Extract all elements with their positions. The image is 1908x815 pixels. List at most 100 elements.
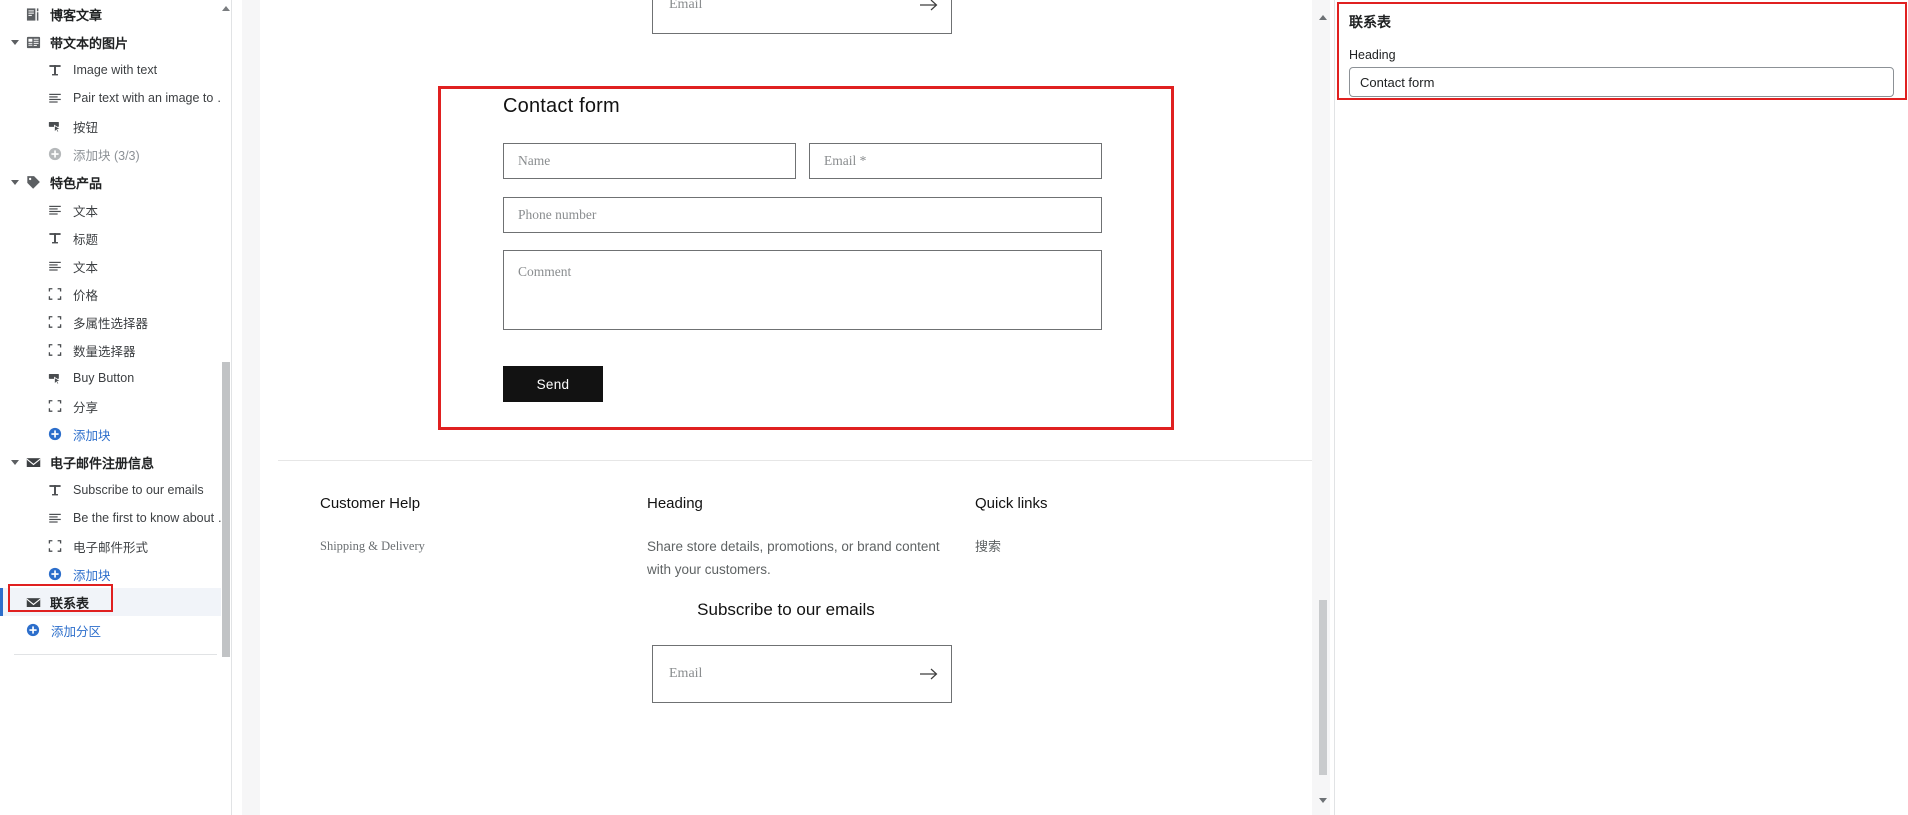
newsletter-email-input-top[interactable]: Email: [652, 0, 952, 34]
sidebar-item-label: 文本: [73, 204, 99, 219]
theme-editor-root: 博客文章带文本的图片 Image with text Pair text with …: [0, 0, 1908, 815]
sidebar-item-label: 特色产品: [50, 175, 103, 191]
caret-spacer: [8, 588, 22, 616]
sidebar-item-label: 添加块 (3/3): [73, 148, 140, 163]
settings-panel-title: 联系表: [1349, 14, 1391, 30]
chevron-down-icon[interactable]: [8, 28, 22, 56]
heading-field-label: Heading: [1349, 48, 1396, 62]
sidebar-item-label: Be the first to know about ne...: [73, 511, 231, 525]
footer-link-shipping-delivery[interactable]: Shipping & Delivery: [320, 535, 620, 557]
sidebar-item-b-quantity[interactable]: 数量选择器: [0, 336, 231, 364]
sidebar-item-contact-form[interactable]: 联系表: [0, 588, 231, 616]
sidebar-item-label: 博客文章: [50, 7, 103, 23]
heading-input[interactable]: [1349, 67, 1894, 97]
chevron-down-icon[interactable]: [8, 168, 22, 196]
footer-heading: Heading: [647, 495, 703, 512]
mail-icon: [22, 448, 44, 476]
sections-sidebar: 博客文章带文本的图片 Image with text Pair text with …: [0, 0, 232, 815]
canvas-scrollbar[interactable]: [1316, 0, 1330, 815]
plus-circle-icon: [44, 420, 66, 448]
email-input[interactable]: Email *: [809, 143, 1102, 179]
sidebar-item-label: 联系表: [50, 595, 90, 611]
button-icon: [44, 364, 66, 392]
sidebar-divider: [14, 654, 217, 655]
sidebar-item-b-heading[interactable]: 标题: [0, 224, 231, 252]
brackets-icon: [44, 280, 66, 308]
footer-heading: Quick links: [975, 495, 1048, 512]
sidebar-item-label: 文本: [73, 260, 99, 275]
footer-divider: [278, 460, 1312, 461]
caret-spacer: [8, 0, 22, 28]
sidebar-item-label: 多属性选择器: [73, 316, 149, 331]
paragraph-icon: [44, 252, 66, 280]
sidebar-item-b-pair-text[interactable]: Pair text with an image to foc...: [0, 84, 231, 112]
button-icon: [44, 112, 66, 140]
text-t-icon: [44, 224, 66, 252]
sidebar-item-image-with-text[interactable]: 带文本的图片: [0, 28, 231, 56]
footer-column-heading: Heading Share store details, promotions,…: [647, 495, 957, 581]
plus-circle-icon: [22, 616, 44, 644]
chevron-down-icon[interactable]: [8, 448, 22, 476]
sidebar-item-b-buy-button[interactable]: Buy Button: [0, 364, 231, 392]
subscribe-block: Subscribe to our emails: [260, 600, 1312, 620]
send-button[interactable]: Send: [503, 366, 603, 402]
arrow-right-icon[interactable]: [919, 0, 939, 12]
phone-placeholder: Phone number: [518, 207, 597, 223]
contact-form-title: Contact form: [503, 95, 620, 117]
comment-placeholder: Comment: [518, 264, 572, 279]
footer-heading: Customer Help: [320, 495, 421, 512]
sidebar-item-b-share[interactable]: 分享: [0, 392, 231, 420]
subscribe-title: Subscribe to our emails: [697, 600, 875, 619]
canvas-scrollbar-thumb[interactable]: [1319, 600, 1327, 775]
preview-canvas-area: Email Contact form Name Email * Phone nu…: [242, 0, 1330, 815]
sidebar-item-b-image-with-text[interactable]: Image with text: [0, 56, 231, 84]
settings-panel: 联系表 Heading: [1334, 0, 1908, 815]
sidebar-item-label: Image with text: [73, 63, 158, 77]
sidebar-item-b-email-form[interactable]: 电子邮件形式: [0, 532, 231, 560]
sidebar-item-label: 价格: [73, 288, 99, 303]
newsletter-email-placeholder-top: Email: [669, 0, 703, 12]
name-input[interactable]: Name: [503, 143, 796, 179]
brackets-icon: [44, 336, 66, 364]
sidebar-item-featured-product[interactable]: 特色产品: [0, 168, 231, 196]
sidebar-item-label: 分享: [73, 400, 99, 415]
contact-form-section[interactable]: Contact form Name Email * Phone number C…: [440, 88, 1176, 432]
sidebar-item-label: 添加块: [73, 568, 111, 583]
sidebar-scroll-up-icon[interactable]: [221, 2, 231, 14]
canvas-scroll-up-icon[interactable]: [1316, 10, 1330, 24]
image-text-icon: [22, 28, 44, 56]
tag-icon: [22, 168, 44, 196]
sidebar-item-email-signup[interactable]: 电子邮件注册信息: [0, 448, 231, 476]
sidebar-item-label: 带文本的图片: [50, 35, 129, 51]
brackets-icon: [44, 392, 66, 420]
sidebar-item-label: Subscribe to our emails: [73, 483, 204, 497]
sidebar-item-add-section[interactable]: 添加分区: [0, 616, 231, 644]
footer-link-search[interactable]: 搜索: [975, 535, 1195, 558]
brackets-icon: [44, 308, 66, 336]
sidebar-item-b-subscribe[interactable]: Subscribe to our emails: [0, 476, 231, 504]
plus-circle-icon: [44, 560, 66, 588]
sidebar-item-b-text-2[interactable]: 文本: [0, 252, 231, 280]
text-t-icon: [44, 56, 66, 84]
sidebar-item-blog-posts[interactable]: 博客文章: [0, 0, 231, 28]
sidebar-item-b-text-1[interactable]: 文本: [0, 196, 231, 224]
paragraph-icon: [44, 504, 66, 532]
comment-textarea[interactable]: Comment: [503, 250, 1102, 330]
sidebar-item-add-block-2[interactable]: 添加块: [0, 420, 231, 448]
phone-input[interactable]: Phone number: [503, 197, 1102, 233]
sidebar-scrollbar-thumb[interactable]: [222, 362, 230, 657]
sidebar-item-add-block-3[interactable]: 添加块: [0, 560, 231, 588]
newsletter-email-placeholder-bottom: Email: [669, 666, 703, 681]
sidebar-item-b-variant-picker[interactable]: 多属性选择器: [0, 308, 231, 336]
sidebar-scrollbar[interactable]: [221, 0, 231, 815]
sidebar-item-b-button[interactable]: 按钮: [0, 112, 231, 140]
sidebar-item-label: Pair text with an image to foc...: [73, 91, 231, 105]
sidebar-item-b-price[interactable]: 价格: [0, 280, 231, 308]
sidebar-item-label: 添加块: [73, 428, 111, 443]
arrow-right-icon[interactable]: [919, 667, 939, 681]
sidebar-item-add-block-1[interactable]: 添加块 (3/3): [0, 140, 231, 168]
sidebar-item-b-be-the-first[interactable]: Be the first to know about ne...: [0, 504, 231, 532]
newsletter-email-input-bottom[interactable]: Email: [652, 645, 952, 703]
paragraph-icon: [44, 84, 66, 112]
canvas-scroll-down-icon[interactable]: [1316, 793, 1330, 807]
